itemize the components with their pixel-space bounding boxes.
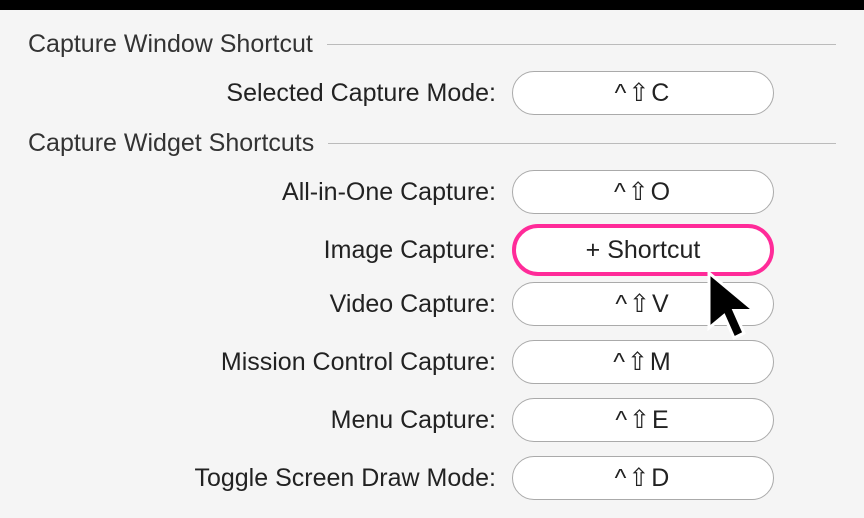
row-all-in-one-capture: All-in-One Capture: ^⇧O xyxy=(28,170,836,214)
window-titlebar-strip xyxy=(0,0,864,10)
label-selected-capture-mode: Selected Capture Mode: xyxy=(28,79,512,108)
shortcut-value: ^⇧C xyxy=(615,78,672,108)
shortcut-value: + Shortcut xyxy=(586,236,701,265)
shortcut-video-capture[interactable]: ^⇧V xyxy=(512,282,774,326)
section-title-capture-widget: Capture Widget Shortcuts xyxy=(28,129,314,158)
shortcut-value: ^⇧V xyxy=(615,289,670,319)
shortcut-selected-capture-mode[interactable]: ^⇧C xyxy=(512,71,774,115)
label-menu-capture: Menu Capture: xyxy=(28,406,512,435)
section-divider xyxy=(328,143,836,144)
shortcut-value: ^⇧O xyxy=(614,177,672,207)
section-divider xyxy=(327,44,836,45)
shortcut-mission-control[interactable]: ^⇧M xyxy=(512,340,774,384)
label-mission-control: Mission Control Capture: xyxy=(28,348,512,377)
section-capture-widget: Capture Widget Shortcuts xyxy=(28,129,836,158)
keyboard-shortcuts-panel: Capture Window Shortcut Selected Capture… xyxy=(0,10,864,500)
label-toggle-draw: Toggle Screen Draw Mode: xyxy=(28,464,512,493)
row-selected-capture-mode: Selected Capture Mode: ^⇧C xyxy=(28,71,836,115)
shortcut-value: ^⇧M xyxy=(613,347,673,377)
shortcut-value: ^⇧E xyxy=(615,405,670,435)
shortcut-menu-capture[interactable]: ^⇧E xyxy=(512,398,774,442)
label-all-in-one: All-in-One Capture: xyxy=(28,178,512,207)
label-image-capture: Image Capture: xyxy=(28,236,512,265)
shortcut-toggle-draw[interactable]: ^⇧D xyxy=(512,456,774,500)
shortcut-value: ^⇧D xyxy=(615,463,672,493)
shortcut-all-in-one[interactable]: ^⇧O xyxy=(512,170,774,214)
row-toggle-screen-draw: Toggle Screen Draw Mode: ^⇧D xyxy=(28,456,836,500)
row-mission-control-capture: Mission Control Capture: ^⇧M xyxy=(28,340,836,384)
row-video-capture: Video Capture: ^⇧V xyxy=(28,282,836,326)
row-menu-capture: Menu Capture: ^⇧E xyxy=(28,398,836,442)
label-video-capture: Video Capture: xyxy=(28,290,512,319)
shortcut-image-capture[interactable]: + Shortcut xyxy=(512,224,774,276)
section-title-capture-window: Capture Window Shortcut xyxy=(28,30,313,59)
row-image-capture: Image Capture: + Shortcut xyxy=(28,228,836,272)
section-capture-window: Capture Window Shortcut xyxy=(28,30,836,59)
